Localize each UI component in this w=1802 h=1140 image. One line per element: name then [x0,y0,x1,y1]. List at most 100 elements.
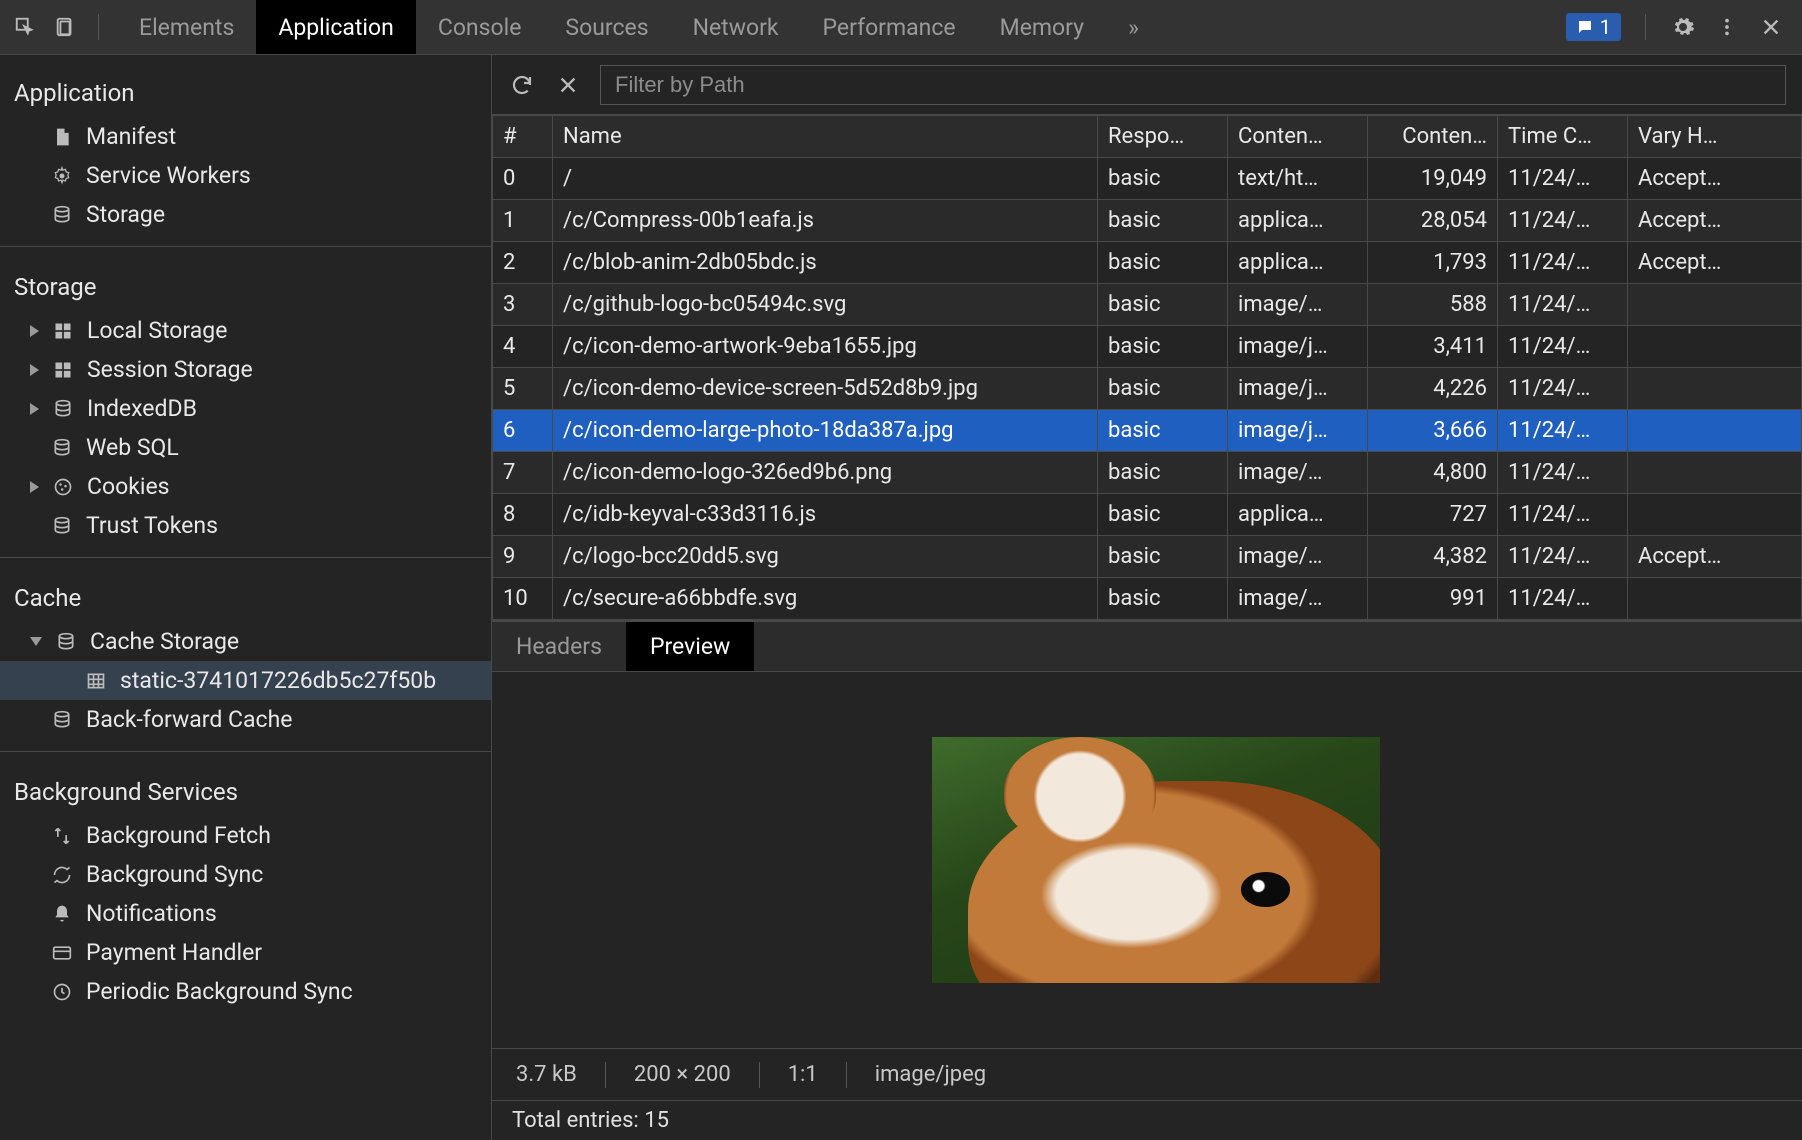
col-name[interactable]: Name [553,116,1098,158]
separator [98,14,99,40]
cell: 1,793 [1368,242,1498,284]
label: Session Storage [87,356,253,383]
inspect-icon[interactable] [12,14,38,40]
table-row[interactable]: 7/c/icon-demo-logo-326ed9b6.pngbasicimag… [493,452,1802,494]
col-time-cached[interactable]: Time C… [1498,116,1628,158]
table-row[interactable]: 4/c/icon-demo-artwork-9eba1655.jpgbasici… [493,326,1802,368]
cell: basic [1098,200,1228,242]
label: Trust Tokens [86,512,218,539]
table-row[interactable]: 6/c/icon-demo-large-photo-18da387a.jpgba… [493,410,1802,452]
sidebar-item-cookies[interactable]: Cookies [0,467,491,506]
label: Payment Handler [86,939,262,966]
sidebar-item-background-sync[interactable]: Background Sync [0,855,491,894]
cell: applica… [1228,200,1368,242]
tab-sources[interactable]: Sources [543,0,670,54]
preview-dimensions: 200 × 200 [634,1062,731,1087]
cell [1628,284,1802,326]
chevron-down-icon [30,637,42,646]
cell [1628,452,1802,494]
cell: 3 [493,284,553,326]
table-row[interactable]: 1/c/Compress-00b1eafa.jsbasicapplica…28,… [493,200,1802,242]
sidebar-item-payment-handler[interactable]: Payment Handler [0,933,491,972]
issues-badge[interactable]: 1 [1566,13,1621,41]
divider [0,246,491,247]
label: Back-forward Cache [86,706,292,733]
sidebar-item-periodic-sync[interactable]: Periodic Background Sync [0,972,491,1011]
device-toggle-icon[interactable] [52,14,78,40]
col-index[interactable]: # [493,116,553,158]
tab-console[interactable]: Console [416,0,544,54]
tab-memory[interactable]: Memory [978,0,1106,54]
tab-headers[interactable]: Headers [492,622,626,671]
chevron-right-icon [30,325,39,337]
preview-image-content [1004,737,1156,845]
table-row[interactable]: 2/c/blob-anim-2db05bdc.jsbasicapplica…1,… [493,242,1802,284]
cell [1628,368,1802,410]
section-background-services: Background Services [0,764,491,816]
table-row[interactable]: 10/c/secure-a66bbdfe.svgbasicimage/…9911… [493,578,1802,620]
table-row[interactable]: 5/c/icon-demo-device-screen-5d52d8b9.jpg… [493,368,1802,410]
filter-input[interactable] [600,65,1786,105]
main-tabs: Elements Application Console Sources Net… [117,0,1161,54]
cell: basic [1098,242,1228,284]
cell: /c/logo-bcc20dd5.svg [553,536,1098,578]
sidebar-item-cache-entry[interactable]: static-3741017226db5c27f50b [0,661,491,700]
cell: basic [1098,536,1228,578]
clear-icon[interactable] [554,71,582,99]
table-row[interactable]: 3/c/github-logo-bc05494c.svgbasicimage/…… [493,284,1802,326]
sidebar-item-trust-tokens[interactable]: Trust Tokens [0,506,491,545]
sidebar-item-cache-storage[interactable]: Cache Storage [0,622,491,661]
gear-icon[interactable] [1670,14,1696,40]
cell: 28,054 [1368,200,1498,242]
cell: 1 [493,200,553,242]
preview-size: 3.7 kB [516,1062,577,1087]
sidebar-item-manifest[interactable]: Manifest [0,117,491,156]
preview-tabs: Headers Preview [492,620,1802,672]
preview-image [932,737,1380,983]
cell: 11/24/… [1498,536,1628,578]
preview-pane: 3.7 kB 200 × 200 1:1 image/jpeg Total en… [492,672,1802,1140]
col-vary-header[interactable]: Vary H… [1628,116,1802,158]
tab-overflow[interactable]: » [1106,0,1161,54]
cell: 11/24/… [1498,578,1628,620]
table-row[interactable]: 8/c/idb-keyval-c33d3116.jsbasicapplica…7… [493,494,1802,536]
sidebar-item-websql[interactable]: Web SQL [0,428,491,467]
label: Local Storage [87,317,227,344]
close-icon[interactable] [1758,14,1784,40]
tab-elements[interactable]: Elements [117,0,256,54]
tab-application[interactable]: Application [256,0,416,54]
sidebar-item-session-storage[interactable]: Session Storage [0,350,491,389]
sidebar-item-back-forward-cache[interactable]: Back-forward Cache [0,700,491,739]
col-content-length[interactable]: Conten… [1368,116,1498,158]
cell [1628,578,1802,620]
col-content-type[interactable]: Conten… [1228,116,1368,158]
col-response-type[interactable]: Respo… [1098,116,1228,158]
tab-network[interactable]: Network [671,0,801,54]
cell: applica… [1228,494,1368,536]
cell: image/… [1228,284,1368,326]
label: Manifest [86,123,176,150]
grid-icon [51,319,75,343]
sidebar-item-background-fetch[interactable]: Background Fetch [0,816,491,855]
tab-preview[interactable]: Preview [626,622,754,671]
cell: 3,666 [1368,410,1498,452]
table-row[interactable]: 0/basictext/ht…19,04911/24/…Accept… [493,158,1802,200]
sidebar-item-indexeddb[interactable]: IndexedDB [0,389,491,428]
kebab-menu-icon[interactable] [1714,14,1740,40]
cell: basic [1098,578,1228,620]
cell [1628,410,1802,452]
sidebar-item-service-workers[interactable]: Service Workers [0,156,491,195]
cell: image/j… [1228,410,1368,452]
section-storage: Storage [0,259,491,311]
refresh-icon[interactable] [508,71,536,99]
issues-count: 1 [1600,15,1611,39]
cell: 3,411 [1368,326,1498,368]
tab-performance[interactable]: Performance [801,0,978,54]
cell: applica… [1228,242,1368,284]
sidebar-item-notifications[interactable]: Notifications [0,894,491,933]
sidebar-item-storage[interactable]: Storage [0,195,491,234]
cell: basic [1098,158,1228,200]
preview-body [492,672,1802,1048]
sidebar-item-local-storage[interactable]: Local Storage [0,311,491,350]
table-row[interactable]: 9/c/logo-bcc20dd5.svgbasicimage/…4,38211… [493,536,1802,578]
